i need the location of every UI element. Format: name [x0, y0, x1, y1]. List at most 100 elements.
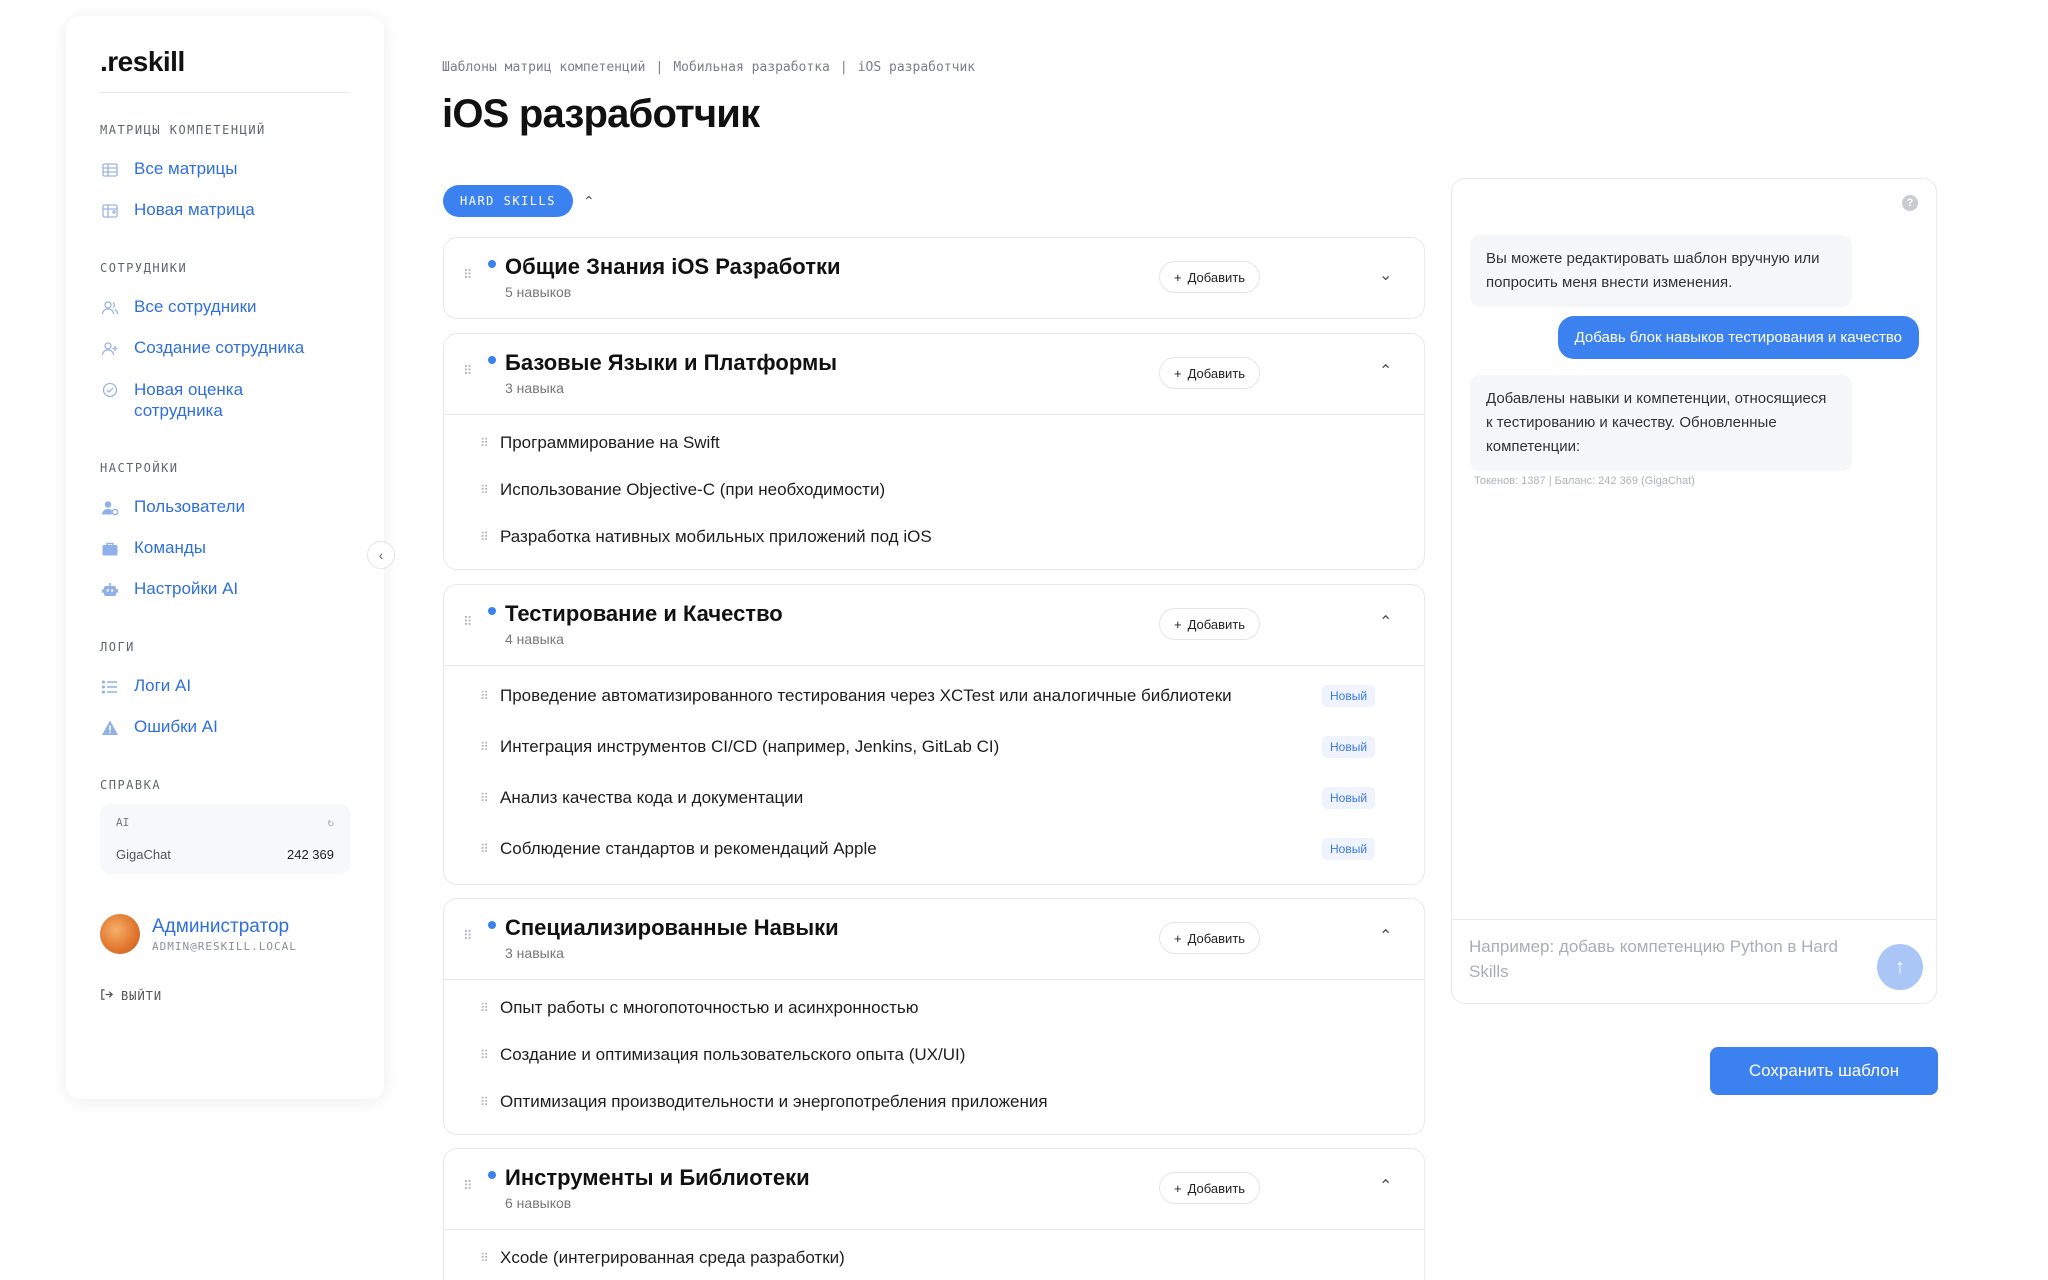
drag-handle-icon[interactable]: ⠿: [480, 437, 489, 449]
sidebar-item-new-matrix[interactable]: Новая матрица: [100, 190, 350, 231]
skill-row[interactable]: ⠿ Использование Objective-C (при необходи…: [444, 466, 1424, 513]
breadcrumb-separator: |: [839, 60, 848, 75]
skill-group-header[interactable]: ⠿ Инструменты и Библиотеки 6 навыков + До…: [444, 1149, 1424, 1229]
group-dot: [488, 921, 496, 929]
plus-icon: +: [1174, 1180, 1182, 1196]
add-skill-button[interactable]: + Добавить: [1159, 922, 1261, 954]
drag-handle-icon[interactable]: ⠿: [463, 364, 472, 377]
group-title: Тестирование и Качество: [505, 601, 783, 626]
sidebar-item-ai-errors[interactable]: Ошибки AI: [100, 707, 350, 748]
drag-handle-icon[interactable]: ⠿: [463, 1179, 472, 1192]
skill-name: Интеграция инструментов CI/CD (например,…: [500, 736, 1000, 756]
chat-input[interactable]: Например: добавь компетенцию Python в Ha…: [1452, 919, 1936, 1003]
sidebar-item-label: Логи AI: [134, 676, 192, 695]
drag-handle-icon[interactable]: ⠿: [480, 1049, 489, 1061]
add-label: Добавить: [1187, 1180, 1246, 1196]
add-label: Добавить: [1187, 616, 1246, 632]
skill-name: Xcode (интегрированная среда разработки): [500, 1247, 845, 1267]
chevron-up-icon[interactable]: ⌃: [1379, 361, 1392, 381]
breadcrumb-item[interactable]: Шаблоны матриц компетенций: [442, 60, 646, 75]
add-skill-button[interactable]: + Добавить: [1159, 261, 1261, 293]
user-profile[interactable]: Администратор ADMIN@RESKILL.LOCAL: [100, 914, 350, 954]
drag-handle-icon[interactable]: ⠿: [480, 1252, 489, 1264]
drag-handle-icon[interactable]: ⠿: [463, 615, 472, 628]
section-title: НАСТРОЙКИ: [100, 461, 179, 475]
group-count: 6 навыков: [505, 1195, 572, 1211]
sidebar-item-teams[interactable]: Команды: [100, 528, 350, 569]
help-icon[interactable]: ?: [1902, 195, 1918, 211]
skill-row[interactable]: ⠿ Соблюдение стандартов и рекомендаций Ap…: [444, 823, 1424, 874]
skill-row[interactable]: ⠿ Создание и оптимизация пользовательског…: [444, 1031, 1424, 1078]
skill-row[interactable]: ⠿ Оптимизация производительности и энерго…: [444, 1078, 1424, 1125]
section-title: МАТРИЦЫ КОМПЕТЕНЦИЙ: [100, 123, 266, 137]
skill-row[interactable]: ⠿ Анализ качества кода и документации Новы…: [444, 772, 1424, 823]
add-skill-button[interactable]: + Добавить: [1159, 608, 1261, 640]
drag-handle-icon[interactable]: ⠿: [480, 484, 489, 496]
section-employees: СОТРУДНИКИ Все сотрудники Создание сотру…: [100, 261, 350, 431]
skill-list: ⠿ Проведение автоматизированного тестиров…: [444, 665, 1424, 882]
sidebar-item-ai-settings[interactable]: Настройки AI: [100, 569, 350, 610]
drag-handle-icon[interactable]: ⠿: [480, 792, 489, 804]
warning-icon: [100, 718, 120, 738]
skill-row[interactable]: ⠿ Проведение автоматизированного тестиров…: [444, 670, 1424, 721]
skill-row[interactable]: ⠿ Интеграция инструментов CI/CD (например…: [444, 721, 1424, 772]
skill-group-header[interactable]: ⠿ Тестирование и Качество 4 навыка + Доба…: [444, 585, 1424, 665]
drag-handle-icon[interactable]: ⠿: [480, 690, 489, 702]
section-logs: ЛОГИ Логи AI Ошибки AI: [100, 640, 350, 748]
sidebar-item-label: Ошибки AI: [134, 717, 218, 736]
skill-group-header[interactable]: ⠿ Базовые Языки и Платформы 3 навыка + До…: [444, 334, 1424, 414]
drag-handle-icon[interactable]: ⠿: [463, 268, 472, 281]
breadcrumb-separator: |: [655, 60, 664, 75]
chevron-down-icon[interactable]: ⌄: [1379, 265, 1392, 285]
robot-icon: [100, 580, 120, 600]
sidebar-item-ai-logs[interactable]: Логи AI: [100, 666, 350, 707]
drag-handle-icon[interactable]: ⠿: [480, 1002, 489, 1014]
logout-button[interactable]: ВЫЙТИ: [100, 988, 350, 1004]
sidebar-item-create-employee[interactable]: Создание сотрудника: [100, 328, 350, 369]
drag-handle-icon[interactable]: ⠿: [463, 929, 472, 942]
group-dot: [488, 356, 496, 364]
drag-handle-icon[interactable]: ⠿: [480, 531, 489, 543]
group-title: Общие Знания iOS Разработки: [505, 254, 841, 279]
drag-handle-icon[interactable]: ⠿: [480, 843, 489, 855]
save-template-button[interactable]: Сохранить шаблон: [1710, 1047, 1938, 1095]
breadcrumb-item[interactable]: Мобильная разработка: [673, 60, 830, 75]
group-count: 4 навыка: [505, 631, 564, 647]
chevron-up-icon[interactable]: ⌃: [1379, 1176, 1392, 1196]
app-logo[interactable]: .reskill: [100, 46, 350, 93]
sidebar-item-new-assessment[interactable]: Новая оценка сотрудника: [100, 369, 350, 431]
refresh-icon[interactable]: ↻: [327, 816, 334, 829]
chevron-up-icon[interactable]: ⌃: [1379, 612, 1392, 632]
drag-handle-icon[interactable]: ⠿: [480, 1096, 489, 1108]
group-count: 5 навыков: [505, 284, 572, 300]
chevron-up-icon[interactable]: ⌃: [583, 193, 595, 210]
add-skill-button[interactable]: + Добавить: [1159, 1172, 1261, 1204]
sidebar-item-users[interactable]: Пользователи: [100, 487, 350, 528]
sidebar-item-label: Новая матрица: [134, 200, 255, 219]
skill-group-header[interactable]: ⠿ Общие Знания iOS Разработки 5 навыков …: [444, 238, 1424, 318]
sidebar-item-label: Команды: [134, 538, 207, 557]
send-button[interactable]: ↑: [1877, 944, 1923, 990]
skill-row[interactable]: ⠿ Xcode (интегрированная среда разработки…: [444, 1234, 1424, 1280]
drag-handle-icon[interactable]: ⠿: [480, 741, 489, 753]
skill-list: ⠿ Xcode (интегрированная среда разработки…: [444, 1229, 1424, 1280]
chevron-up-icon[interactable]: ⌃: [1379, 926, 1392, 946]
hard-skills-chip[interactable]: HARD SKILLS: [443, 185, 573, 217]
sidebar-collapse-button[interactable]: ‹: [367, 541, 395, 569]
skill-row[interactable]: ⠿ Опыт работы с многопоточностью и асинхр…: [444, 984, 1424, 1031]
skill-group-header[interactable]: ⠿ Специализированные Навыки 3 навыка + До…: [444, 899, 1424, 979]
sidebar-item-all-employees[interactable]: Все сотрудники: [100, 287, 350, 328]
add-label: Добавить: [1187, 269, 1246, 285]
user-name: Администратор: [152, 915, 290, 937]
skill-row[interactable]: ⠿ Разработка нативных мобильных приложени…: [444, 513, 1424, 560]
add-skill-button[interactable]: + Добавить: [1159, 357, 1261, 389]
sidebar-item-all-matrices[interactable]: Все матрицы: [100, 149, 350, 190]
skill-row[interactable]: ⠿ Программирование на Swift: [444, 419, 1424, 466]
table-icon: [100, 160, 120, 180]
section-title: ЛОГИ: [100, 640, 135, 654]
sidebar-item-label: Создание сотрудника: [134, 338, 305, 357]
new-badge: Новый: [1322, 684, 1376, 707]
new-badge: Новый: [1322, 786, 1376, 809]
ai-provider: GigaChat: [116, 847, 171, 862]
plus-icon: +: [1174, 616, 1182, 632]
